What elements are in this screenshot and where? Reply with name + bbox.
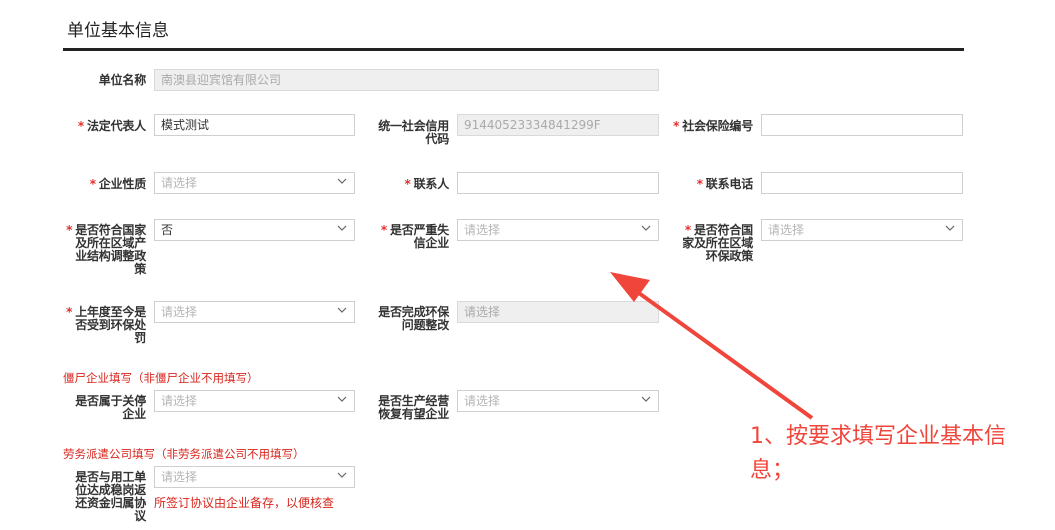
annotation-text: 1、按要求填写企业基本信息；	[750, 424, 1006, 483]
